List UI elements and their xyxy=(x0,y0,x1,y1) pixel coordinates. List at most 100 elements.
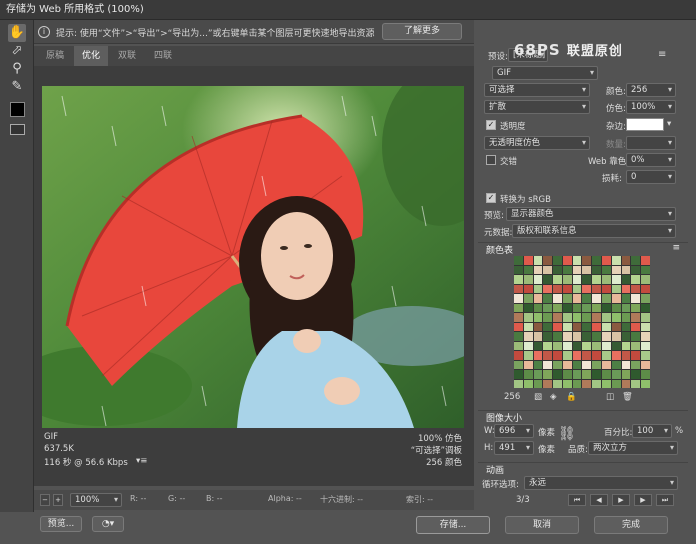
color-swatch[interactable] xyxy=(543,322,553,331)
matte-dropdown-icon[interactable]: ▾ xyxy=(667,119,671,129)
color-swatch[interactable] xyxy=(523,303,533,312)
color-swatch[interactable] xyxy=(641,360,650,369)
color-swatch[interactable] xyxy=(562,265,572,274)
color-swatch[interactable] xyxy=(572,313,582,322)
color-swatch[interactable] xyxy=(621,379,631,388)
color-swatch[interactable] xyxy=(523,313,533,322)
lossy-select[interactable]: 0 xyxy=(626,170,676,184)
color-swatch[interactable] xyxy=(621,265,631,274)
color-swatch[interactable] xyxy=(543,351,553,360)
preset-menu-icon[interactable]: ≡ xyxy=(658,49,666,60)
previous-frame-button[interactable]: ◀ xyxy=(590,494,608,506)
color-swatch[interactable] xyxy=(553,275,562,284)
color-swatch[interactable] xyxy=(533,256,543,265)
percent-input[interactable]: 100 xyxy=(632,424,672,438)
color-swatch[interactable] xyxy=(523,322,533,331)
play-button[interactable]: ▶ xyxy=(612,494,630,506)
color-swatch[interactable] xyxy=(533,322,543,331)
color-swatch[interactable] xyxy=(533,379,543,388)
color-swatch[interactable] xyxy=(553,370,562,379)
color-swatch[interactable] xyxy=(562,322,572,331)
color-swatch[interactable] xyxy=(621,360,631,369)
color-swatch[interactable] xyxy=(543,332,553,341)
color-swatch[interactable] xyxy=(611,284,621,293)
transparency-dither-select[interactable]: 无透明度仿色 xyxy=(484,136,590,150)
color-swatch[interactable] xyxy=(562,332,572,341)
color-swatch[interactable] xyxy=(543,313,553,322)
width-input[interactable]: 696 xyxy=(494,424,534,438)
color-swatch[interactable] xyxy=(582,322,592,331)
color-swatch[interactable] xyxy=(621,294,631,303)
color-swatch[interactable] xyxy=(514,303,523,312)
color-swatch[interactable] xyxy=(562,379,572,388)
color-swatch[interactable] xyxy=(631,360,641,369)
zoom-tool-icon[interactable]: ⚲ xyxy=(8,60,26,78)
color-swatch[interactable] xyxy=(631,265,641,274)
color-swatch[interactable] xyxy=(514,322,523,331)
color-swatch[interactable] xyxy=(621,256,631,265)
color-table-menu-icon[interactable]: ≡ xyxy=(672,243,680,253)
zoom-level-select[interactable]: 100% xyxy=(70,493,122,507)
image-preview[interactable] xyxy=(42,86,464,428)
color-swatch[interactable] xyxy=(514,341,523,350)
color-swatch[interactable] xyxy=(621,303,631,312)
color-swatch[interactable] xyxy=(592,341,602,350)
color-swatch[interactable] xyxy=(602,370,611,379)
color-swatch[interactable] xyxy=(572,265,582,274)
color-swatch[interactable] xyxy=(572,303,582,312)
color-swatch[interactable] xyxy=(631,379,641,388)
color-swatch[interactable] xyxy=(514,370,523,379)
color-swatch[interactable] xyxy=(602,360,611,369)
color-swatch[interactable] xyxy=(543,294,553,303)
tab-original[interactable]: 原稿 xyxy=(38,46,72,66)
dither-algorithm-select[interactable]: 扩散 xyxy=(484,100,590,114)
save-button[interactable]: 存储... xyxy=(416,516,490,534)
color-swatch[interactable] xyxy=(592,379,602,388)
color-swatch[interactable] xyxy=(611,256,621,265)
color-swatch[interactable] xyxy=(611,332,621,341)
color-swatch[interactable] xyxy=(592,370,602,379)
color-swatch[interactable] xyxy=(641,370,650,379)
new-color-icon[interactable]: ◫ xyxy=(606,392,614,402)
color-swatch[interactable] xyxy=(621,332,631,341)
color-swatch[interactable] xyxy=(631,322,641,331)
color-swatch[interactable] xyxy=(543,360,553,369)
color-swatch[interactable] xyxy=(592,284,602,293)
color-swatch[interactable] xyxy=(611,294,621,303)
color-swatch[interactable] xyxy=(514,284,523,293)
color-swatch[interactable] xyxy=(533,294,543,303)
color-swatch[interactable] xyxy=(641,303,650,312)
color-swatch[interactable] xyxy=(533,341,543,350)
color-swatch[interactable] xyxy=(582,275,592,284)
color-swatch[interactable] xyxy=(631,284,641,293)
color-swatch[interactable] xyxy=(592,256,602,265)
color-swatch[interactable] xyxy=(533,303,543,312)
color-swatch[interactable] xyxy=(572,322,582,331)
color-swatch[interactable] xyxy=(631,313,641,322)
color-swatch[interactable] xyxy=(621,313,631,322)
color-swatch[interactable] xyxy=(621,275,631,284)
color-swatch[interactable] xyxy=(533,351,543,360)
color-swatch[interactable] xyxy=(631,303,641,312)
zoom-out-button[interactable]: − xyxy=(40,494,50,506)
next-frame-button[interactable]: ▶ xyxy=(634,494,652,506)
color-swatch[interactable] xyxy=(602,351,611,360)
color-swatch[interactable] xyxy=(602,284,611,293)
color-swatch[interactable] xyxy=(533,360,543,369)
color-swatch[interactable] xyxy=(514,360,523,369)
map-transparent-icon[interactable]: ▧ xyxy=(534,392,542,402)
color-swatch[interactable] xyxy=(562,360,572,369)
color-swatch[interactable] xyxy=(592,322,602,331)
color-swatch[interactable] xyxy=(602,265,611,274)
color-swatch[interactable] xyxy=(553,351,562,360)
color-swatch[interactable] xyxy=(543,275,553,284)
color-swatch[interactable] xyxy=(621,341,631,350)
matte-color-swatch[interactable] xyxy=(626,118,664,131)
tab-optimized[interactable]: 优化 xyxy=(74,46,108,66)
color-swatch[interactable] xyxy=(641,294,650,303)
color-swatch[interactable] xyxy=(523,284,533,293)
web-snap-select[interactable]: 0% xyxy=(626,153,676,167)
color-swatch[interactable] xyxy=(543,303,553,312)
convert-srgb-checkbox[interactable]: ✓ xyxy=(486,193,496,203)
color-swatch[interactable] xyxy=(514,294,523,303)
